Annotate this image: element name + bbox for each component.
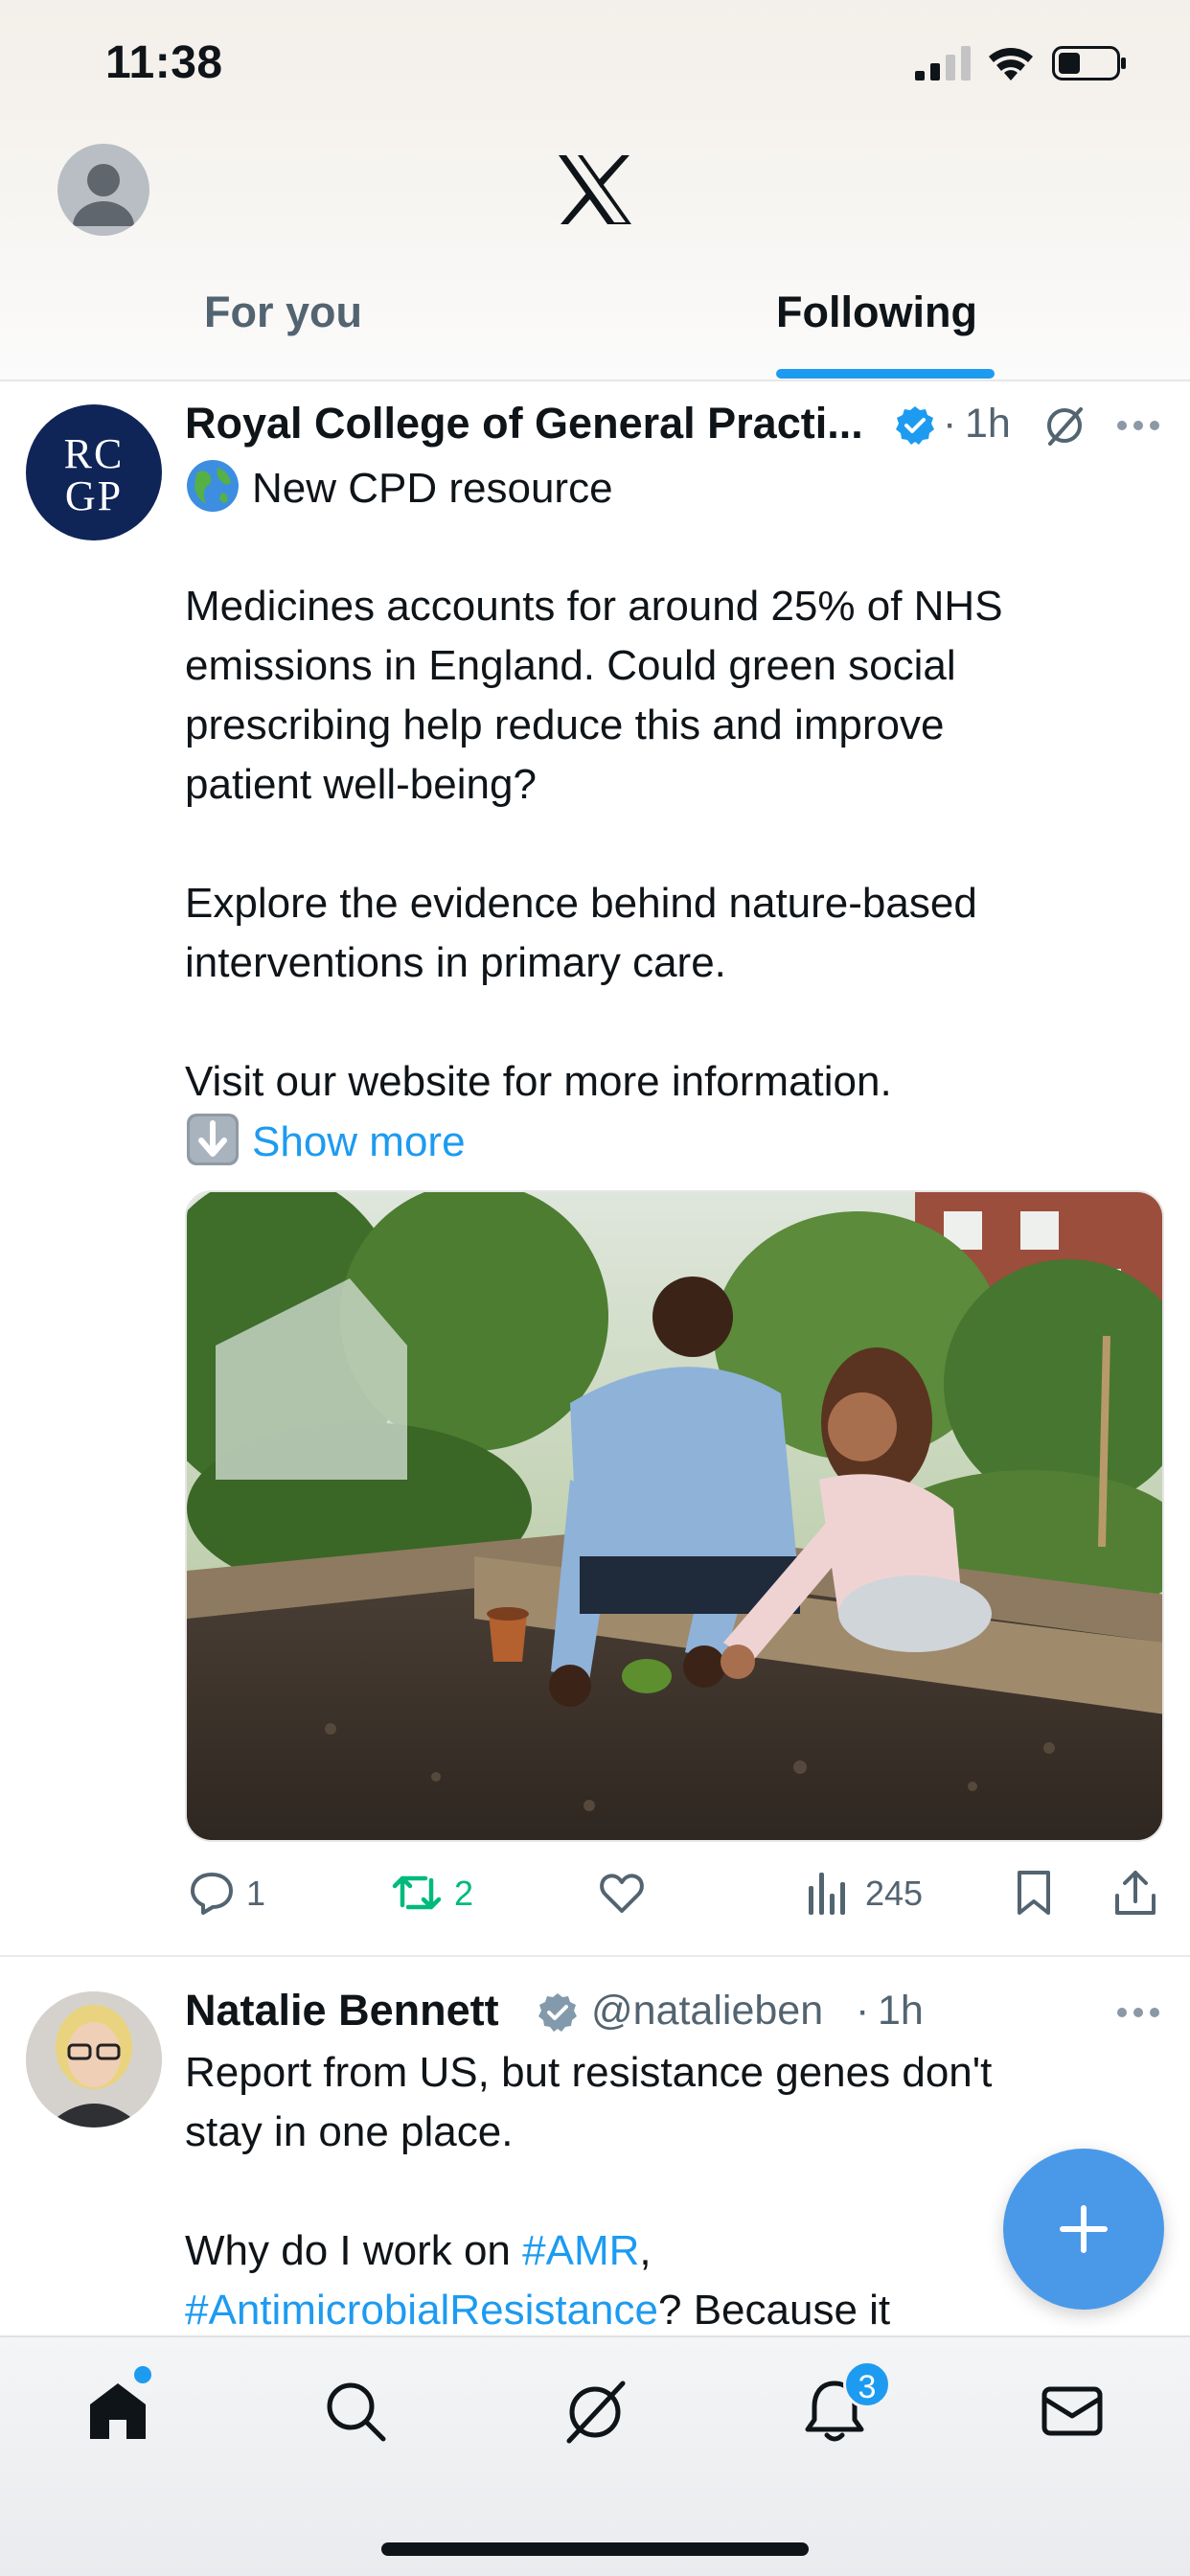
- tweet-text: ,: [639, 2227, 652, 2274]
- views-count: 245: [865, 1874, 924, 1913]
- down-arrow-emoji-icon: [187, 1114, 239, 1165]
- show-more-row: Show more: [185, 1112, 466, 1172]
- tweet-text-line: patient well-being?: [185, 761, 537, 808]
- tweet-text: ? Because it: [658, 2287, 891, 2334]
- share-icon[interactable]: [1113, 1869, 1157, 1917]
- status-time: 11:38: [105, 37, 223, 88]
- tweet-text-line: interventions in primary care.: [185, 939, 726, 986]
- home-indicator: [381, 2542, 809, 2556]
- top-header: 11:38 For you Following: [0, 0, 1190, 381]
- default-avatar-icon: [73, 164, 134, 226]
- home-unread-dot: [134, 2366, 151, 2383]
- reply-icon[interactable]: [188, 1869, 236, 1917]
- repost-count: 2: [454, 1874, 474, 1913]
- notifications-badge: 3: [843, 2360, 891, 2408]
- verified-icon: [896, 406, 934, 445]
- reply-count: 1: [246, 1874, 266, 1913]
- hashtag-link[interactable]: #AMR: [522, 2227, 639, 2274]
- battery-icon: [1052, 46, 1126, 80]
- active-tab-indicator: [776, 369, 995, 379]
- like-icon[interactable]: [598, 1869, 646, 1917]
- grok-nav-icon[interactable]: [561, 2378, 629, 2445]
- more-icon[interactable]: [1116, 419, 1160, 432]
- tweet-text-line: Why do I work on #AMR,: [185, 2221, 652, 2281]
- tweet-text-line: prescribing help reduce this and improve: [185, 702, 945, 748]
- more-icon[interactable]: [1116, 2006, 1160, 2019]
- home-icon[interactable]: [84, 2378, 151, 2445]
- tweet-text: Why do I work on: [185, 2227, 523, 2274]
- tweet-text-line: New CPD resource: [185, 458, 613, 518]
- hashtag-link[interactable]: #AntimicrobialResistance: [185, 2287, 658, 2334]
- tweet-text-line: Medicines accounts for around 25% of NHS: [185, 583, 1003, 630]
- tweet-separator: ·: [856, 1988, 870, 2034]
- bookmark-icon[interactable]: [1014, 1869, 1054, 1917]
- tweet-text: New CPD resource: [252, 465, 613, 512]
- search-icon[interactable]: [322, 2378, 389, 2445]
- tweet-text-line: Explore the evidence behind nature-based: [185, 880, 977, 927]
- tweet-image[interactable]: [185, 1190, 1164, 1842]
- views-icon[interactable]: [807, 1869, 849, 1917]
- author-avatar[interactable]: RC GP: [26, 404, 162, 540]
- tweet-time[interactable]: 1h: [965, 401, 1011, 448]
- tab-for-you[interactable]: For you: [204, 288, 362, 337]
- tweet-text-line: emissions in England. Could green social: [185, 642, 956, 689]
- bottom-nav: 3: [0, 2335, 1190, 2576]
- show-more-link[interactable]: Show more: [252, 1118, 466, 1165]
- tweet-text-line: #AntimicrobialResistance? Because it: [185, 2281, 890, 2340]
- profile-avatar[interactable]: [57, 144, 149, 236]
- repost-icon[interactable]: [391, 1869, 443, 1917]
- globe-emoji-icon: [187, 460, 239, 512]
- header-divider: [0, 380, 1190, 381]
- compose-button[interactable]: [1003, 2149, 1164, 2310]
- avatar-text: GP: [64, 472, 124, 519]
- tweet-separator: ·: [943, 401, 957, 447]
- wifi-icon: [989, 48, 1033, 80]
- tweet-text-line: stay in one place.: [185, 2108, 514, 2155]
- garden-photo: [187, 1192, 1162, 1840]
- messages-icon[interactable]: [1039, 2378, 1106, 2445]
- compose-icon: [1060, 2205, 1108, 2253]
- x-logo-icon[interactable]: [557, 153, 633, 226]
- grok-icon[interactable]: [1042, 403, 1087, 448]
- verified-icon: [538, 1993, 577, 2032]
- tweet-text-line: Visit our website for more information.: [185, 1058, 892, 1105]
- tab-following[interactable]: Following: [776, 288, 977, 337]
- tweet-text-line: Report from US, but resistance genes don…: [185, 2049, 993, 2096]
- signal-icon: [915, 46, 971, 80]
- author-handle[interactable]: @natalieben: [591, 1988, 823, 2035]
- author-avatar[interactable]: [26, 1991, 162, 2128]
- person-photo: [26, 1991, 162, 2128]
- author-name[interactable]: Royal College of General Practi...: [185, 399, 863, 448]
- author-name[interactable]: Natalie Bennett: [185, 1986, 499, 2036]
- tweet-divider: [0, 1955, 1190, 1957]
- tweet-time[interactable]: 1h: [878, 1988, 924, 2035]
